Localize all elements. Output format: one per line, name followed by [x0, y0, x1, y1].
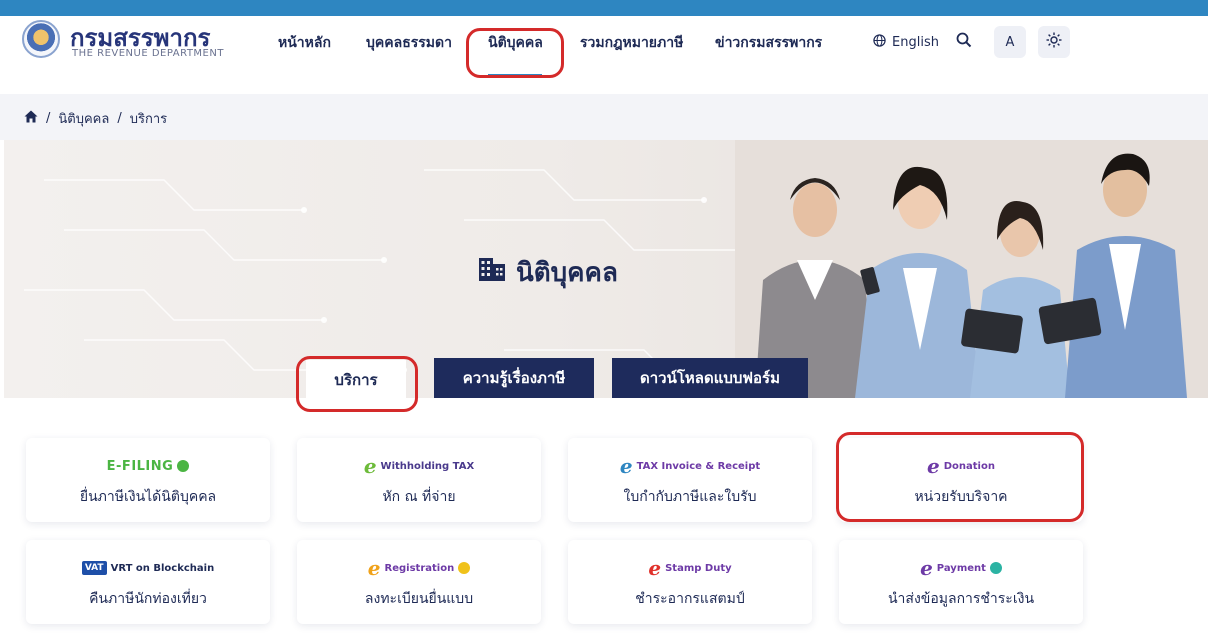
breadcrumb-separator: /: [117, 111, 122, 126]
service-label: คืนภาษีนักท่องเที่ยว: [89, 591, 207, 607]
service-label: ใบกำกับภาษีและใบรับ: [623, 489, 757, 505]
efiling-logo-text: E-FILING: [106, 458, 174, 474]
payment-logo: e Payment: [920, 554, 1002, 582]
breadcrumb-separator: /: [46, 111, 51, 126]
vat-badge: VAT: [81, 561, 107, 575]
font-size-button[interactable]: A: [994, 26, 1026, 58]
top-accent-bar: [0, 0, 1208, 16]
e-letter-icon: e: [367, 556, 381, 580]
highlight-box-donation: [836, 432, 1084, 522]
withholding-logo-text: Withholding TAX: [380, 460, 475, 472]
nav-item-news[interactable]: ข่าวกรมสรรพากร: [715, 32, 822, 54]
arrow-circle-icon: [989, 562, 1002, 574]
nav-item-individual[interactable]: บุคคลธรรมดา: [366, 32, 452, 54]
vrt-blockchain-logo: VAT VRT on Blockchain: [81, 554, 215, 582]
withholding-tax-logo: e Withholding TAX: [364, 452, 474, 480]
service-label: หัก ณ ที่จ่าย: [382, 489, 456, 505]
e-letter-icon: e: [363, 454, 377, 478]
service-card-stamp-duty[interactable]: e Stamp Duty ชำระอากรแสตมป์: [568, 540, 812, 624]
tab-download-forms[interactable]: ดาวน์โหลดแบบฟอร์ม: [612, 358, 808, 398]
service-label: ลงทะเบียนยื่นแบบ: [364, 591, 474, 607]
arrow-circle-icon: [458, 562, 471, 574]
service-label: ชำระอากรแสตมป์: [635, 591, 745, 607]
service-card-registration[interactable]: e Registration ลงทะเบียนยื่นแบบ: [297, 540, 541, 624]
service-card-efiling[interactable]: E-FILING ยื่นภาษีเงินได้นิติบุคคล: [26, 438, 270, 522]
tax-invoice-logo: e TAX Invoice & Receipt: [620, 452, 760, 480]
tax-invoice-logo-text: TAX Invoice & Receipt: [636, 460, 761, 472]
registration-logo-text: Registration: [384, 562, 455, 574]
building-icon: [478, 256, 506, 289]
stamp-duty-logo-text: Stamp Duty: [665, 562, 732, 574]
service-label: ยื่นภาษีเงินได้นิติบุคคล: [79, 489, 217, 505]
nav-item-home[interactable]: หน้าหลัก: [278, 32, 331, 54]
e-letter-icon: e: [920, 556, 933, 580]
vrt-logo-text: VRT on Blockchain: [110, 562, 215, 574]
language-label: English: [892, 34, 939, 50]
hero-title-text: นิติบุคคล: [516, 258, 618, 288]
breadcrumb-item-corporate[interactable]: นิติบุคคล: [58, 108, 109, 129]
highlight-box-nav: [466, 28, 564, 78]
globe-icon: [873, 33, 886, 51]
font-size-label: A: [1005, 34, 1015, 50]
service-label: นำส่งข้อมูลการชำระเงิน: [887, 591, 1035, 607]
efiling-logo: E-FILING: [107, 452, 190, 480]
breadcrumb-item-services: บริการ: [129, 112, 168, 127]
search-button[interactable]: [948, 26, 980, 58]
stamp-duty-logo: e Stamp Duty: [648, 554, 731, 582]
logo-subtitle: THE REVENUE DEPARTMENT: [72, 48, 224, 59]
nav-item-tax-law[interactable]: รวมกฎหมายภาษี: [580, 32, 683, 54]
breadcrumb: / นิติบุคคล / บริการ: [24, 108, 167, 129]
search-icon: [956, 32, 972, 52]
sun-icon: [1046, 32, 1062, 52]
service-card-payment[interactable]: e Payment นำส่งข้อมูลการชำระเงิน: [839, 540, 1083, 624]
language-switch[interactable]: English: [870, 26, 942, 58]
revenue-department-seal-logo[interactable]: [22, 20, 60, 58]
service-card-withholding-tax[interactable]: e Withholding TAX หัก ณ ที่จ่าย: [297, 438, 541, 522]
tab-tax-knowledge[interactable]: ความรู้เรื่องภาษี: [434, 358, 594, 398]
hero-title: นิติบุคคล: [478, 252, 618, 293]
breadcrumb-bar: [0, 94, 1208, 140]
service-card-tax-invoice[interactable]: e TAX Invoice & Receipt ใบกำกับภาษีและใบ…: [568, 438, 812, 522]
highlight-box-tab: [296, 356, 418, 412]
home-icon[interactable]: [24, 110, 38, 127]
service-card-vrt-blockchain[interactable]: VAT VRT on Blockchain คืนภาษีนักท่องเที่…: [26, 540, 270, 624]
e-letter-icon: e: [648, 556, 662, 580]
theme-toggle-button[interactable]: [1038, 26, 1070, 58]
registration-logo: e Registration: [367, 554, 471, 582]
arrow-circle-icon: [177, 460, 190, 472]
payment-logo-text: Payment: [936, 562, 986, 574]
e-letter-icon: e: [619, 454, 633, 478]
